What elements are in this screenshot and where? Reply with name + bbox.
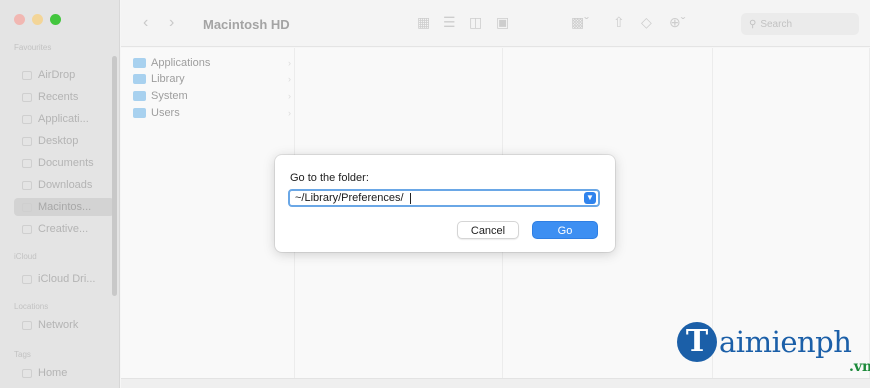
go-to-folder-dialog: Go to the folder: ~/Library/Preferences/… [275,155,615,252]
sidebar-item-documents[interactable]: Documents [22,154,94,172]
item-label: System [151,90,188,102]
list-item[interactable]: Library › [133,71,291,87]
sidebar-item-network[interactable]: Network [22,316,78,334]
status-bar [121,378,870,388]
window-controls [14,14,61,25]
folder-icon [133,58,146,68]
chevron-right-icon: › [288,74,291,84]
window-title: Macintosh HD [203,17,290,32]
sidebar-item-label: AirDrop [38,69,76,81]
go-button[interactable]: Go [532,221,598,239]
airdrop-icon [22,70,32,80]
sidebar-item-label: Macintos... [38,201,92,213]
sidebar-item-creative-cloud[interactable]: Creative... [22,220,88,238]
list-item[interactable]: Users › [133,105,291,121]
sidebar-section-icloud: iCloud [14,252,37,261]
sidebar-item-label: Downloads [38,179,93,191]
folder-path-value: ~/Library/Preferences/ [295,192,404,204]
watermark-logo-mark: T [677,322,717,362]
folder-icon [22,224,32,234]
sidebar-item-tag-home[interactable]: Home [22,364,67,382]
chevron-right-icon: › [288,58,291,68]
text-caret [410,193,411,204]
group-by-icon[interactable]: ▩ˇ [571,14,589,31]
sidebar-item-label: Documents [38,157,94,169]
sidebar-scrollbar[interactable] [112,56,117,296]
search-icon: ⚲ [749,18,757,30]
icon-view-icon[interactable]: ▦ [417,14,430,31]
watermark-suffix: .vn [849,359,870,375]
minimize-window-button[interactable] [32,14,43,25]
more-actions-icon[interactable]: ⊕ˇ [669,14,685,31]
cloud-icon [22,274,32,284]
browser-column-1[interactable]: Applications › Library › System › Users … [121,48,295,378]
list-item[interactable]: Applications › [133,55,291,71]
sidebar-item-icloud-drive[interactable]: iCloud Dri... [22,270,95,288]
sidebar-section-locations: Locations [14,302,49,311]
chevron-down-icon[interactable]: ▼ [584,192,596,204]
search-placeholder: Search [760,18,793,30]
watermark-brand-text: aimienph [719,325,852,359]
toolbar: ‹ › Macintosh HD ▦ ☰ ◫ ▣ ▩ˇ ⇧ ◇ ⊕ˇ ⚲ Sea… [121,0,870,47]
chevron-right-icon: › [288,108,291,118]
item-label: Users [151,107,180,119]
sidebar-section-tags: Tags [14,350,31,359]
gallery-view-icon[interactable]: ▣ [496,14,509,31]
back-button[interactable]: ‹ [143,14,148,32]
sidebar-item-label: Desktop [38,135,79,147]
sidebar-item-airdrop[interactable]: AirDrop [22,66,75,84]
sidebar-section-favourites: Favourites [14,43,52,52]
share-icon[interactable]: ⇧ [613,14,625,31]
column-view-icon[interactable]: ◫ [469,14,482,31]
sidebar-item-label: Applicati... [38,113,89,125]
sidebar-item-applications[interactable]: Applicati... [22,110,89,128]
sidebar-item-recents[interactable]: Recents [22,88,78,106]
sidebar: Favourites AirDrop Recents Applicati... … [0,0,120,388]
folder-icon [133,74,146,84]
folder-path-input[interactable]: ~/Library/Preferences/ ▼ [288,189,600,207]
sidebar-item-downloads[interactable]: Downloads [22,176,92,194]
sidebar-item-macintosh-hd[interactable]: Macintos... [14,198,114,216]
list-item[interactable]: System › [133,88,291,104]
sidebar-item-desktop[interactable]: Desktop [22,132,78,150]
tag-icon [22,368,32,378]
sidebar-item-label: Recents [38,91,79,103]
close-window-button[interactable] [14,14,25,25]
item-label: Library [151,73,185,85]
tag-icon[interactable]: ◇ [641,14,652,31]
folder-icon [133,91,146,101]
download-icon [22,180,32,190]
search-field[interactable]: ⚲ Search [741,13,859,35]
dialog-label: Go to the folder: [290,172,369,184]
sidebar-item-label: Home [38,367,68,379]
item-label: Applications [151,57,211,69]
cancel-button[interactable]: Cancel [457,221,519,239]
forward-button[interactable]: › [169,14,174,32]
hard-drive-icon [22,202,32,212]
list-view-icon[interactable]: ☰ [443,14,456,31]
sidebar-item-label: Network [38,319,79,331]
folder-icon [133,108,146,118]
globe-icon [22,320,32,330]
sidebar-item-label: Creative... [38,223,89,235]
watermark-logo: T aimienph .vn [677,322,870,375]
chevron-right-icon: › [288,91,291,101]
desktop-icon [22,136,32,146]
document-icon [22,158,32,168]
zoom-window-button[interactable] [50,14,61,25]
sidebar-item-label: iCloud Dri... [38,273,96,285]
clock-icon [22,92,32,102]
applications-icon [22,114,32,124]
